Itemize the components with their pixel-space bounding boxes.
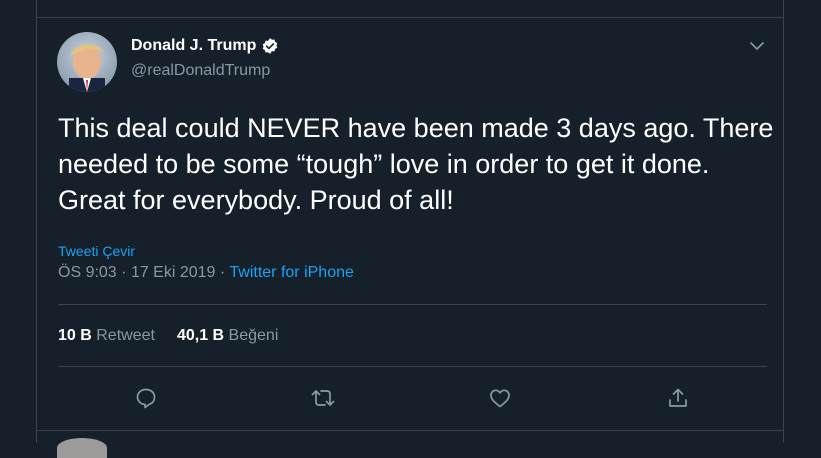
- meta-separator: ·: [219, 264, 226, 281]
- author-row[interactable]: Donald J. Trump: [131, 37, 279, 55]
- author-handle[interactable]: @realDonaldTrump: [131, 62, 270, 80]
- retweet-label: Retweet: [96, 327, 155, 344]
- translate-link[interactable]: Tweeti Çevir: [58, 243, 135, 259]
- divider: [36, 430, 784, 431]
- retweet-icon: [311, 390, 335, 406]
- retweet-stat[interactable]: 10 B Retweet: [58, 327, 155, 344]
- tweet-stats: 10 B Retweet 40,1 B Beğeni: [58, 327, 278, 345]
- share-icon: [669, 388, 687, 407]
- retweet-count: 10 B: [58, 327, 92, 344]
- reply-icon: [136, 388, 156, 409]
- author-name[interactable]: Donald J. Trump: [131, 37, 256, 55]
- heart-icon: [490, 389, 510, 408]
- divider: [58, 366, 767, 367]
- share-button[interactable]: [665, 385, 691, 411]
- verified-badge-icon: [261, 37, 279, 55]
- tweet-date[interactable]: 17 Eki 2019: [131, 264, 216, 281]
- tweet-source[interactable]: Twitter for iPhone: [229, 264, 354, 281]
- chevron-down-icon[interactable]: [749, 38, 765, 54]
- like-stat[interactable]: 40,1 B Beğeni: [177, 327, 278, 344]
- like-count: 40,1 B: [176, 327, 225, 344]
- retweet-button[interactable]: [310, 385, 336, 411]
- like-label: Beğeni: [228, 327, 279, 344]
- tweet-text: This deal could NEVER have been made 3 d…: [58, 113, 774, 215]
- like-button[interactable]: [487, 385, 513, 411]
- reply-button[interactable]: [133, 385, 159, 411]
- avatar[interactable]: [57, 32, 117, 92]
- tweet-time[interactable]: ÖS 9:03: [58, 264, 117, 281]
- tweet-meta: ÖS 9:03 · 17 Eki 2019 · Twitter for iPho…: [58, 264, 354, 282]
- meta-separator: ·: [121, 264, 127, 281]
- divider: [58, 304, 767, 305]
- next-tweet-avatar[interactable]: [57, 438, 107, 458]
- divider: [36, 17, 784, 18]
